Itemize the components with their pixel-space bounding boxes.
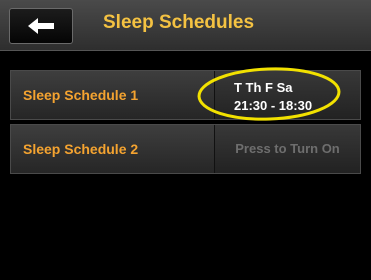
- schedule-1-days: T Th F Sa: [234, 80, 293, 95]
- schedule-1-value-button[interactable]: T Th F Sa 21:30 - 18:30: [215, 71, 360, 119]
- page-title: Sleep Schedules: [103, 12, 255, 33]
- schedule-row-2[interactable]: Sleep Schedule 2 Press to Turn On: [10, 124, 361, 174]
- schedule-1-label: Sleep Schedule 1: [23, 87, 139, 103]
- schedule-2-value-button[interactable]: Press to Turn On: [215, 125, 360, 173]
- left-arrow-icon: [28, 18, 54, 34]
- back-button[interactable]: [9, 8, 73, 44]
- schedule-list: Sleep Schedule 1 T Th F Sa 21:30 - 18:30…: [10, 70, 361, 178]
- schedule-2-status: Press to Turn On: [235, 141, 340, 156]
- header-bar: Sleep Schedules: [0, 0, 371, 51]
- schedule-2-label: Sleep Schedule 2: [23, 141, 139, 157]
- sleep-schedules-screen: Sleep Schedules Sleep Schedule 1 T Th F …: [0, 0, 371, 280]
- schedule-1-times: 21:30 - 18:30: [234, 98, 313, 113]
- schedule-row-1[interactable]: Sleep Schedule 1 T Th F Sa 21:30 - 18:30: [10, 70, 361, 120]
